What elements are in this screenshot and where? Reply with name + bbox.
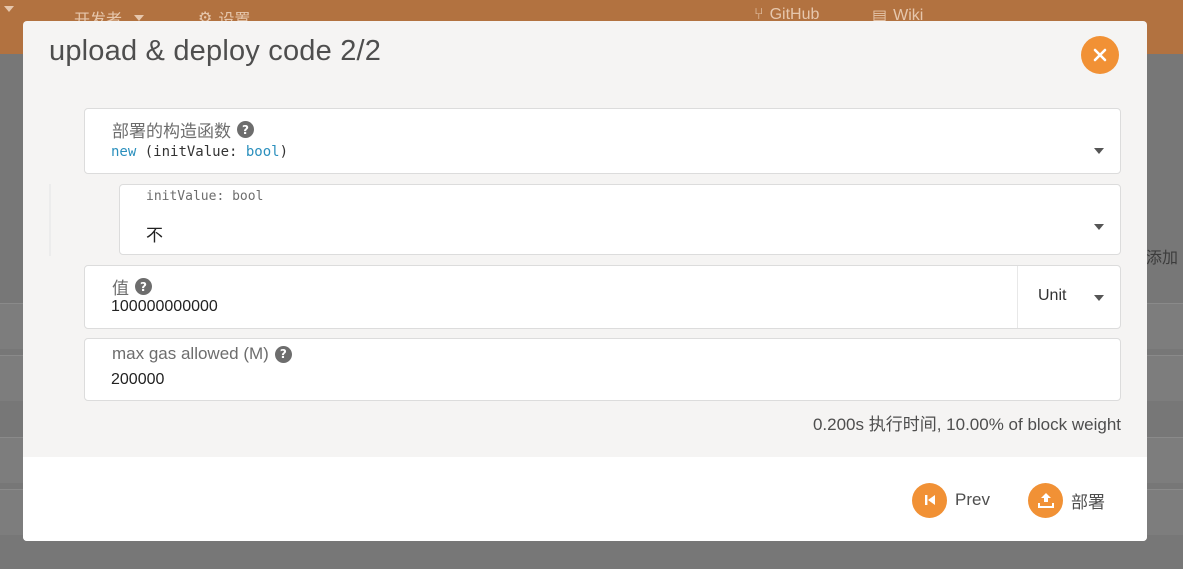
prev-label: Prev (955, 490, 990, 509)
close-button[interactable] (1081, 36, 1119, 74)
gas-field: max gas allowed (M) ? 200000 (84, 338, 1121, 401)
execution-info: 0.200s 执行时间, 10.00% of block weight (812, 415, 1121, 434)
value-label: 值 ? (112, 274, 152, 299)
deploy-button[interactable]: 部署 (1028, 482, 1105, 518)
constructor-select[interactable]: 部署的构造函数 ? new (initValue: bool) (84, 108, 1121, 174)
prev-button[interactable]: Prev (912, 482, 990, 518)
value-field: 值 ? 100000000000 Unit (84, 265, 1121, 329)
chevron-down-icon (1094, 148, 1104, 154)
step-backward-icon (912, 482, 947, 518)
deploy-modal: upload & deploy code 2/2 部署的构造函数 ? new (… (23, 21, 1147, 541)
bg-add-text: 添加 (1146, 250, 1179, 267)
close-icon (1093, 48, 1107, 62)
init-value-select[interactable]: initValue: bool 不 (119, 184, 1121, 255)
help-icon[interactable]: ? (274, 345, 292, 363)
value-input[interactable]: 100000000000 (111, 298, 218, 316)
deploy-label: 部署 (1071, 492, 1105, 512)
unit-select[interactable]: Unit (1017, 266, 1121, 328)
help-icon[interactable]: ? (237, 121, 254, 138)
modal-footer: Prev 部署 (23, 457, 1147, 541)
gas-input[interactable]: 200000 (111, 371, 164, 389)
constructor-signature: new (initValue: bool) (111, 144, 289, 160)
gas-label: max gas allowed (M) ? (112, 344, 292, 364)
help-icon[interactable]: ? (135, 278, 152, 295)
upload-icon (1028, 482, 1063, 518)
unit-label: Unit (1038, 287, 1067, 304)
init-value-value: 不 (146, 226, 163, 245)
nav-menu-toggle[interactable] (4, 6, 14, 12)
constructor-label: 部署的构造函数 ? (112, 117, 254, 142)
chevron-down-icon (1094, 295, 1104, 301)
init-value-label: initValue: bool (146, 189, 264, 204)
modal-title: upload & deploy code 2/2 (49, 35, 382, 67)
param-indent-marker (49, 184, 51, 256)
chevron-down-icon (1094, 224, 1104, 230)
chevron-down-icon (4, 6, 14, 12)
